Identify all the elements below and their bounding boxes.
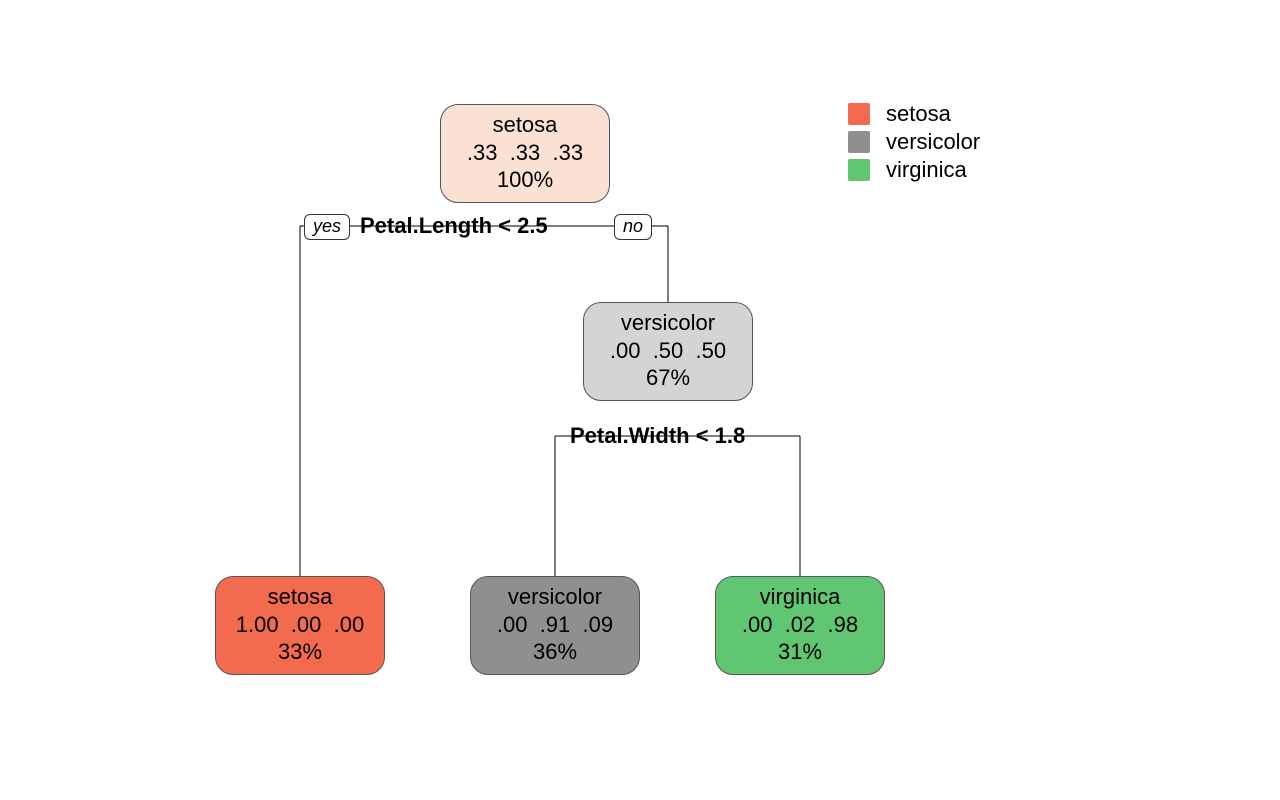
legend-swatch — [848, 159, 870, 181]
node-class-label: versicolor — [594, 309, 742, 337]
node-class-label: versicolor — [481, 583, 629, 611]
decision-tree-diagram: setosa .33 .33 .33 100% yes Petal.Length… — [0, 0, 1280, 800]
leaf-setosa: setosa 1.00 .00 .00 33% — [215, 576, 385, 675]
split-condition-1: Petal.Length < 2.5 — [360, 213, 548, 239]
node-percent: 100% — [451, 166, 599, 194]
node-probabilities: .00 .50 .50 — [594, 337, 742, 365]
node-class-label: virginica — [726, 583, 874, 611]
legend-item-virginica: virginica — [848, 156, 980, 184]
leaf-versicolor: versicolor .00 .91 .09 36% — [470, 576, 640, 675]
legend-item-setosa: setosa — [848, 100, 980, 128]
legend-label: setosa — [886, 101, 951, 127]
legend-swatch — [848, 131, 870, 153]
node-percent: 31% — [726, 638, 874, 666]
legend-item-versicolor: versicolor — [848, 128, 980, 156]
split-yes-label: yes — [304, 214, 350, 240]
node-probabilities: .00 .02 .98 — [726, 611, 874, 639]
legend: setosa versicolor virginica — [848, 100, 980, 184]
node-root: setosa .33 .33 .33 100% — [440, 104, 610, 203]
node-percent: 67% — [594, 364, 742, 392]
node-percent: 33% — [226, 638, 374, 666]
node-class-label: setosa — [451, 111, 599, 139]
node-probabilities: 1.00 .00 .00 — [226, 611, 374, 639]
split-no-label: no — [614, 214, 652, 240]
legend-label: virginica — [886, 157, 967, 183]
legend-swatch — [848, 103, 870, 125]
split-condition-2: Petal.Width < 1.8 — [570, 423, 745, 449]
legend-label: versicolor — [886, 129, 980, 155]
node-versicolor-internal: versicolor .00 .50 .50 67% — [583, 302, 753, 401]
node-probabilities: .00 .91 .09 — [481, 611, 629, 639]
leaf-virginica: virginica .00 .02 .98 31% — [715, 576, 885, 675]
node-percent: 36% — [481, 638, 629, 666]
node-probabilities: .33 .33 .33 — [451, 139, 599, 167]
node-class-label: setosa — [226, 583, 374, 611]
